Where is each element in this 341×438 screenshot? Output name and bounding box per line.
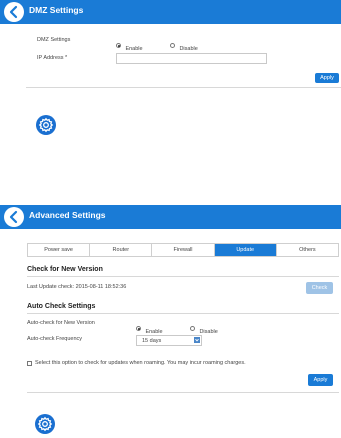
dmz-disable-label: Disable [179, 46, 198, 52]
divider [26, 87, 341, 88]
back-button[interactable] [4, 2, 24, 22]
dmz-apply-button[interactable]: Apply [315, 73, 339, 83]
tab-firewall[interactable]: Firewall [152, 244, 215, 256]
chevron-left-icon [9, 5, 18, 19]
auto-check-disable-label: Disable [199, 329, 218, 335]
tab-power-save[interactable]: Power save [28, 244, 91, 256]
chevron-down-glyph [195, 338, 199, 342]
frequency-select[interactable]: 15 days [136, 335, 202, 346]
divider [27, 313, 339, 314]
back-button[interactable] [4, 207, 24, 227]
tab-bar: Power save Router Firewall Update Others [27, 243, 339, 257]
divider [27, 392, 339, 393]
dmz-enable-label: Enable [125, 46, 143, 52]
gear-icon[interactable] [35, 414, 55, 434]
dmz-settings-label: DMZ Settings [37, 37, 71, 43]
tab-update[interactable]: Update [214, 244, 277, 256]
auto-check-title: Auto Check Settings [27, 303, 96, 310]
radio-indicator [170, 43, 175, 49]
chevron-down-icon [194, 337, 200, 343]
dmz-header: DMZ Settings [0, 0, 341, 24]
divider [27, 276, 339, 277]
auto-check-label: Auto-check for New Version [27, 320, 95, 326]
gear-icon[interactable] [36, 115, 56, 135]
radio-indicator [190, 326, 195, 332]
radio-indicator [116, 43, 121, 49]
tab-router[interactable]: Router [90, 244, 153, 256]
last-update-check: Last Update check: 2015-08-11 18:52:36 [27, 284, 127, 290]
ip-address-input[interactable] [116, 53, 267, 64]
frequency-label: Auto-check Frequency [27, 336, 83, 342]
radio-indicator [136, 326, 141, 332]
advanced-apply-button[interactable]: Apply [308, 374, 333, 386]
frequency-value: 15 days [142, 338, 162, 344]
check-button[interactable]: Check [306, 282, 333, 294]
page-title: DMZ Settings [29, 5, 84, 15]
chevron-left-icon [9, 210, 18, 224]
roaming-checkbox[interactable] [27, 361, 32, 366]
page-title: Advanced Settings [29, 210, 106, 220]
ip-address-label: IP Address * [37, 55, 68, 61]
advanced-header: Advanced Settings [0, 205, 341, 229]
tab-others[interactable]: Others [276, 244, 339, 256]
gear-glyph [37, 416, 53, 432]
check-new-version-title: Check for New Version [27, 266, 103, 273]
roaming-text: Select this option to check for updates … [35, 360, 246, 366]
gear-glyph [38, 117, 54, 133]
